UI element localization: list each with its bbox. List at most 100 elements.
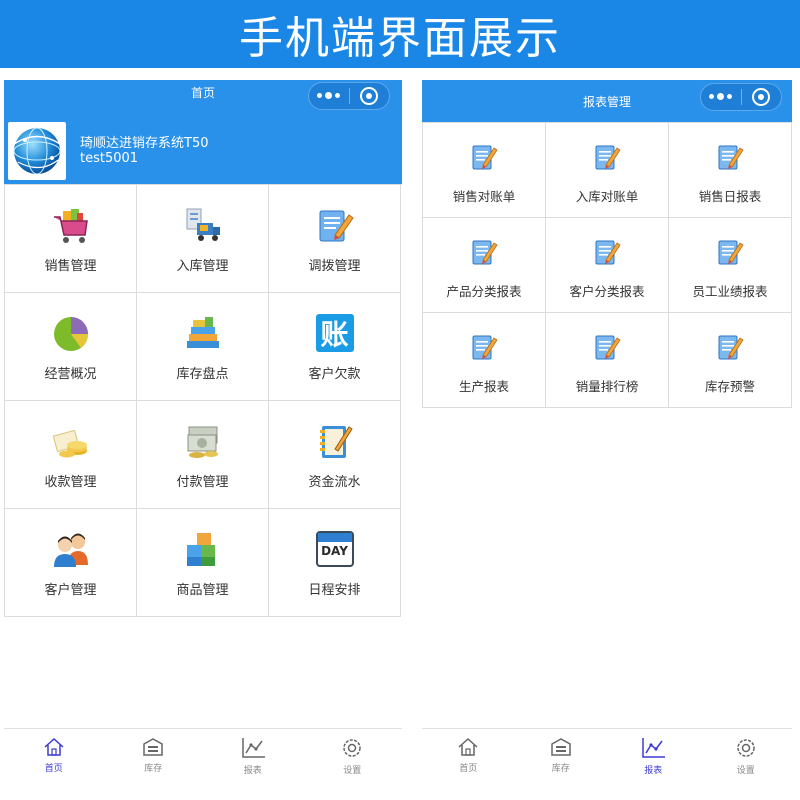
menu-label: 经营概况 — [44, 367, 97, 382]
mini-program-capsule — [308, 82, 390, 110]
warehouse-icon — [143, 738, 163, 756]
banner-title: 手机端界面展示 — [239, 13, 561, 64]
report-label: 入库对账单 — [575, 189, 639, 204]
page-title: 报表管理 — [582, 94, 631, 109]
more-icon[interactable] — [309, 92, 349, 99]
edit-document-icon — [315, 205, 355, 245]
report-chart-icon — [242, 738, 265, 758]
avatar[interactable] — [8, 122, 66, 180]
report-label: 销售日报表 — [698, 189, 762, 204]
menu-label: 客户欠款 — [308, 367, 361, 382]
report-edit-icon — [591, 331, 623, 363]
reports-grid: 销售对账单 入库对账单 销售日报表 产品分类报表 客户分类报表 员工业绩报表 生… — [422, 122, 792, 408]
tab-label: 首页 — [44, 764, 63, 774]
report-edit-icon — [714, 236, 746, 268]
menu-item-transfer[interactable]: 调拨管理 — [269, 185, 401, 293]
user-info: 琦顺达进销存系统T50 test5001 — [8, 122, 208, 180]
more-icon[interactable] — [701, 93, 741, 100]
tab-inventory[interactable]: 库存 — [515, 729, 608, 792]
home-menu-grid: 销售管理 入库管理 调拨管理 经营概况 库存盘点 账 客户欠款 收款管理 付款管… — [4, 184, 402, 617]
cash-icon — [183, 421, 223, 461]
report-item[interactable]: 销售日报表 — [669, 123, 792, 218]
coins-icon — [51, 421, 91, 461]
close-target-icon[interactable] — [349, 87, 389, 105]
report-edit-icon — [468, 141, 500, 173]
report-label: 销售对账单 — [452, 189, 516, 204]
tab-label: 设置 — [343, 766, 362, 776]
report-item[interactable]: 销售对账单 — [423, 123, 546, 218]
menu-item-cashflow[interactable]: 资金流水 — [269, 401, 401, 509]
close-target-icon[interactable] — [741, 88, 781, 106]
warehouse-truck-icon — [183, 205, 223, 245]
report-item[interactable]: 生产报表 — [423, 313, 546, 408]
menu-item-payments[interactable]: 付款管理 — [137, 401, 269, 509]
menu-item-products[interactable]: 商品管理 — [137, 509, 269, 617]
report-edit-icon — [468, 331, 500, 363]
day-calendar-icon: DAY — [315, 529, 355, 569]
report-item[interactable]: 库存预警 — [669, 313, 792, 408]
settings-icon — [737, 739, 755, 757]
menu-item-schedule[interactable]: DAY 日程安排 — [269, 509, 401, 617]
menu-label: 调拨管理 — [308, 259, 361, 274]
home-navbar: 首页 — [4, 80, 402, 110]
menu-item-sales[interactable]: 销售管理 — [5, 185, 137, 293]
report-label: 销量排行榜 — [575, 379, 639, 394]
report-item[interactable]: 产品分类报表 — [423, 218, 546, 313]
report-item[interactable]: 销量排行榜 — [546, 313, 669, 408]
reports-screen: 报表管理 销售对账单 入库对账单 销售日报表 产品分类报表 客户分类报表 员工业… — [422, 80, 792, 792]
report-edit-icon — [591, 236, 623, 268]
tab-label: 设置 — [736, 766, 755, 776]
report-label: 客户分类报表 — [569, 284, 645, 299]
banner: 手机端界面展示 — [0, 0, 800, 68]
menu-label: 库存盘点 — [176, 367, 229, 382]
tab-home[interactable]: 首页 — [4, 729, 104, 792]
bottom-tabbar: 首页 库存 报表 设置 — [4, 728, 402, 792]
company-name: 琦顺达进销存系统T50 — [80, 136, 209, 151]
menu-label: 收款管理 — [44, 475, 97, 490]
home-header: 首页 琦顺达进销存系统T50 test5001 — [4, 80, 402, 184]
menu-item-customers[interactable]: 客户管理 — [5, 509, 137, 617]
tab-label: 库存 — [144, 764, 163, 774]
menu-item-inbound[interactable]: 入库管理 — [137, 185, 269, 293]
report-label: 产品分类报表 — [446, 284, 522, 299]
report-edit-icon — [468, 236, 500, 268]
page-title: 首页 — [190, 86, 215, 100]
report-item[interactable]: 入库对账单 — [546, 123, 669, 218]
tab-home[interactable]: 首页 — [422, 729, 515, 792]
ledger-icon: 账 — [315, 313, 355, 353]
reports-header: 报表管理 — [422, 80, 792, 122]
warehouse-icon — [551, 738, 571, 756]
tab-label: 报表 — [644, 766, 663, 776]
username: test5001 — [80, 151, 139, 166]
tab-settings[interactable]: 设置 — [700, 729, 793, 792]
menu-item-stocktake[interactable]: 库存盘点 — [137, 293, 269, 401]
menu-label: 商品管理 — [176, 583, 229, 598]
home-icon — [458, 737, 478, 756]
report-label: 库存预警 — [704, 379, 755, 394]
menu-label: 销售管理 — [44, 259, 97, 274]
menu-item-receivables[interactable]: 账 客户欠款 — [269, 293, 401, 401]
tab-settings[interactable]: 设置 — [303, 729, 403, 792]
report-item[interactable]: 员工业绩报表 — [669, 218, 792, 313]
home-icon — [44, 737, 64, 756]
globe-logo-icon — [13, 127, 61, 175]
tab-label: 报表 — [243, 766, 262, 776]
stacked-books-icon — [183, 313, 223, 353]
menu-item-collections[interactable]: 收款管理 — [5, 401, 137, 509]
report-label: 生产报表 — [458, 379, 509, 394]
menu-label: 付款管理 — [176, 475, 229, 490]
report-edit-icon — [714, 141, 746, 173]
customers-icon — [51, 529, 91, 569]
notepad-pencil-icon — [315, 421, 355, 461]
home-screen: 首页 琦顺达进销存系统T50 test5001 销售管理 入库管理 调拨管理 经… — [4, 80, 402, 792]
report-chart-icon — [642, 738, 666, 758]
tab-reports[interactable]: 报表 — [203, 729, 303, 792]
report-label: 员工业绩报表 — [692, 284, 768, 299]
menu-label: 客户管理 — [44, 583, 97, 598]
tab-inventory[interactable]: 库存 — [104, 729, 204, 792]
menu-item-overview[interactable]: 经营概况 — [5, 293, 137, 401]
tab-reports[interactable]: 报表 — [607, 729, 700, 792]
report-edit-icon — [591, 141, 623, 173]
menu-label: 资金流水 — [308, 475, 361, 490]
report-item[interactable]: 客户分类报表 — [546, 218, 669, 313]
